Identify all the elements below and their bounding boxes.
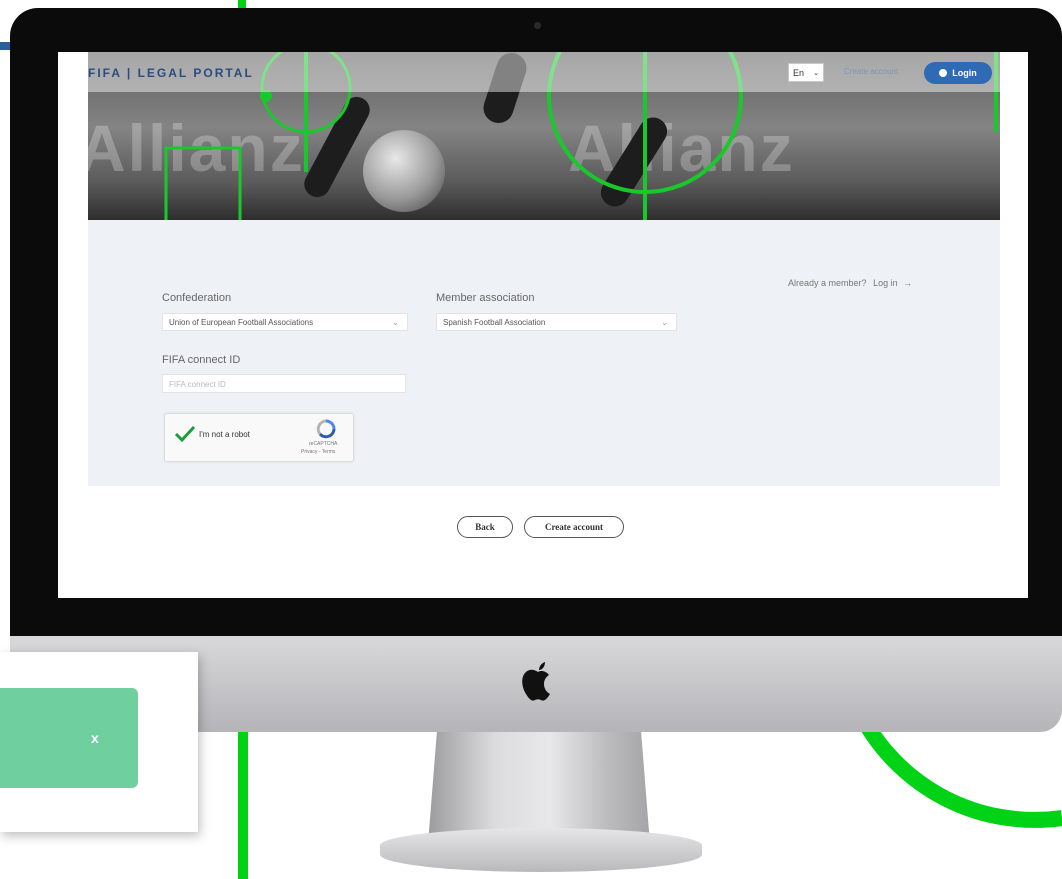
language-value: En bbox=[793, 68, 805, 78]
create-account-nav-link[interactable]: Create account bbox=[844, 67, 898, 76]
already-member-text: Already a member? bbox=[788, 278, 867, 288]
login-button[interactable]: Login bbox=[924, 62, 992, 84]
chevron-down-icon: ⌄ bbox=[661, 318, 668, 327]
arrow-right-icon: → bbox=[903, 278, 913, 288]
recaptcha-widget[interactable]: I'm not a robot reCAPTCHA Privacy - Term… bbox=[164, 413, 354, 462]
fifa-connect-input[interactable]: FIFA connect ID bbox=[162, 374, 406, 393]
portal-logo[interactable]: FIFA | LEGAL PORTAL bbox=[88, 66, 254, 80]
monitor-foot bbox=[380, 828, 702, 872]
close-notification-button[interactable]: x bbox=[91, 730, 99, 746]
chevron-down-icon: ⌄ bbox=[392, 318, 399, 327]
registration-form-panel: Already a member? Log in → Confederation… bbox=[88, 220, 1000, 486]
member-association-label: Member association bbox=[436, 292, 535, 304]
login-button-label: Login bbox=[952, 68, 977, 78]
chevron-down-icon: ⌄ bbox=[813, 70, 819, 77]
create-account-button[interactable]: Create account bbox=[524, 516, 624, 538]
back-button[interactable]: Back bbox=[457, 516, 513, 538]
member-association-value: Spanish Football Association bbox=[443, 318, 546, 327]
apple-logo-icon bbox=[522, 662, 550, 701]
screen: Allianz Allianz FIFA | LEGAL PORTAL En ⌄… bbox=[58, 52, 1028, 598]
already-member-prompt: Already a member? Log in → bbox=[788, 278, 912, 288]
check-icon bbox=[174, 425, 196, 443]
camera-icon bbox=[534, 22, 541, 29]
recaptcha-label: I'm not a robot bbox=[199, 430, 250, 439]
top-navbar: FIFA | LEGAL PORTAL En ⌄ Create account … bbox=[58, 52, 1028, 92]
language-select[interactable]: En ⌄ bbox=[788, 63, 824, 82]
member-association-select[interactable]: Spanish Football Association ⌄ bbox=[436, 313, 677, 331]
confederation-value: Union of European Football Associations bbox=[169, 318, 314, 327]
confederation-select[interactable]: Union of European Football Associations … bbox=[162, 313, 408, 331]
login-icon bbox=[939, 69, 948, 77]
recaptcha-brand: reCAPTCHA bbox=[309, 441, 338, 447]
recaptcha-terms[interactable]: Privacy - Terms bbox=[301, 449, 335, 455]
notification-toast bbox=[0, 688, 138, 788]
recaptcha-icon bbox=[316, 419, 336, 439]
confederation-label: Confederation bbox=[162, 292, 232, 304]
login-link[interactable]: Log in bbox=[873, 278, 898, 288]
fifa-connect-label: FIFA connect ID bbox=[162, 354, 241, 366]
